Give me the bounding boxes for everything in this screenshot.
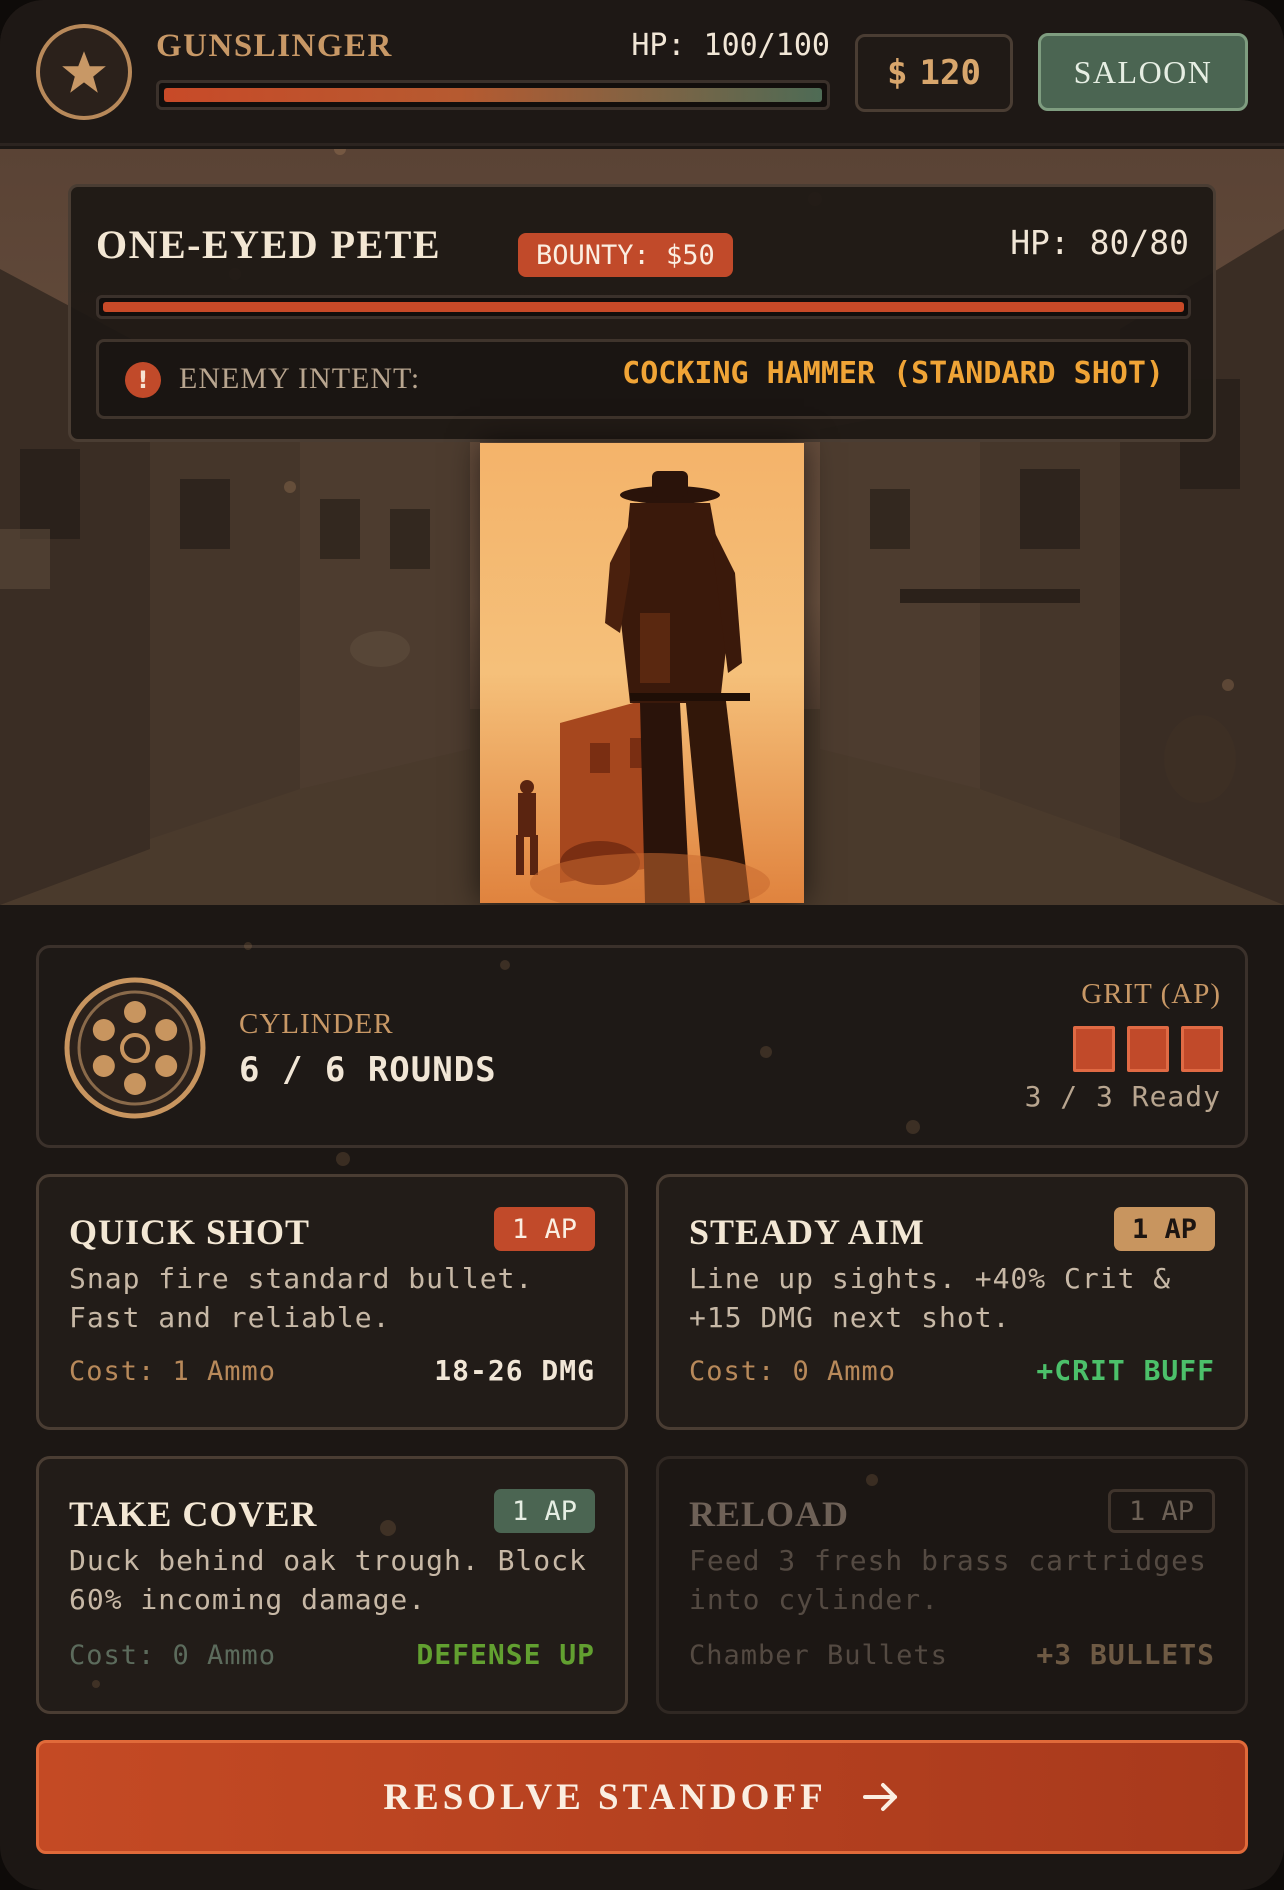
enemy-panel: ONE-EYED PETE BOUNTY: $50 HP: 80/80 ! EN… [68,184,1216,442]
enemy-intent-label: ENEMY INTENT: [179,362,421,395]
enemy-hp-fill [103,302,1184,312]
ap-cost-badge: 1 AP [1107,1489,1215,1533]
grit-pip [1073,1026,1115,1072]
grit-ready-text: 3 / 3 Ready [1024,1080,1221,1113]
revolver-cylinder-icon [63,976,207,1120]
action-title: STEADY AIM [689,1212,925,1252]
dust-particle [336,1152,350,1166]
dust-particle [92,1680,100,1688]
cylinder-rounds: 6 / 6 ROUNDS [239,1050,497,1090]
resolve-label: RESOLVE STANDOFF [383,1776,827,1818]
ap-cost-badge: 1 AP [493,1489,595,1533]
enemy-hp-text: HP: 80/80 [1010,223,1189,262]
player-class-name: GUNSLINGER [156,28,393,64]
action-cost: Cost: 0 Ammo [689,1356,897,1387]
enemy-intent-value: COCKING HAMMER (STANDARD SHOT) [622,356,1164,391]
arrow-right-icon [862,1783,897,1811]
player-hp-text: HP: 100/100 [631,28,830,63]
player-status-panel: CYLINDER 6 / 6 ROUNDS GRIT (AP) 3 / 3 Re… [36,945,1248,1148]
action-description: Line up sights. +40% Crit & +15 DMG next… [689,1262,1172,1334]
player-header: GUNSLINGER HP: 100/100 $ 120 SALOON [0,0,1284,146]
action-title: RELOAD [689,1494,850,1534]
dollar-icon: $ [887,53,908,93]
enemy-name: ONE-EYED PETE [96,222,442,267]
ap-cost-badge: 1 AP [493,1207,595,1251]
resolve-standoff-button[interactable]: RESOLVE STANDOFF [36,1740,1248,1854]
action-card-reload: RELOAD 1 AP Feed 3 fresh brass cartridge… [656,1456,1248,1714]
grit-pips [1073,1026,1223,1072]
action-effect: DEFENSE UP [416,1638,595,1671]
chamber-round [124,1073,146,1095]
grit-pip [1181,1026,1223,1072]
action-effect: 18-26 DMG [434,1354,595,1387]
ap-cost-badge: 1 AP [1113,1207,1215,1251]
chamber-round [155,1055,178,1077]
action-cost: Cost: 0 Ammo [69,1640,277,1671]
action-effect: +3 BULLETS [1036,1638,1215,1671]
action-card-quick-shot[interactable]: QUICK SHOT 1 AP Snap fire standard bulle… [36,1174,628,1430]
action-title: QUICK SHOT [69,1212,311,1252]
cylinder-label: CYLINDER [239,1008,394,1040]
dust-particle [244,942,252,950]
saloon-button[interactable]: SALOON [1038,33,1248,111]
action-cost: Cost: 1 Ammo [69,1356,277,1387]
chamber-round [155,1019,178,1041]
alert-icon: ! [125,362,161,398]
action-description: Duck behind oak trough. Block 60% incomi… [69,1544,587,1616]
action-card-steady-aim[interactable]: STEADY AIM 1 AP Line up sights. +40% Cri… [656,1174,1248,1430]
duel-scene: ONE-EYED PETE BOUNTY: $50 HP: 80/80 ! EN… [0,149,1284,905]
star-icon [36,24,132,120]
grit-pip [1127,1026,1169,1072]
dust-particle [906,1120,920,1134]
grit-label: GRIT (AP) [1081,978,1221,1010]
action-title: TAKE COVER [69,1494,318,1534]
player-hp-fill [164,88,822,102]
action-description: Snap fire standard bullet. Fast and reli… [69,1262,534,1334]
game-screen: GUNSLINGER HP: 100/100 $ 120 SALOON ONE-… [0,0,1284,1890]
dust-particle [866,1474,878,1486]
enemy-hp-bar [96,295,1191,319]
chamber-round [92,1055,115,1077]
gold-counter: $ 120 [855,34,1013,112]
action-card-take-cover[interactable]: TAKE COVER 1 AP Duck behind oak trough. … [36,1456,628,1714]
action-effect: +CRIT BUFF [1036,1354,1215,1387]
bounty-badge: BOUNTY: $50 [518,233,733,277]
dust-particle [760,1046,772,1058]
enemy-intent-box: ! ENEMY INTENT: COCKING HAMMER (STANDARD… [96,339,1191,419]
chamber-round [92,1019,115,1041]
chamber-round [124,1001,146,1023]
dust-particle [380,1520,396,1536]
action-cost: Chamber Bullets [689,1640,948,1671]
player-hp-bar [156,80,830,110]
gold-amount: 120 [919,53,981,93]
gunslinger-portrait [480,443,804,903]
dust-particle [500,960,510,970]
action-description: Feed 3 fresh brass cartridges into cylin… [689,1544,1207,1616]
